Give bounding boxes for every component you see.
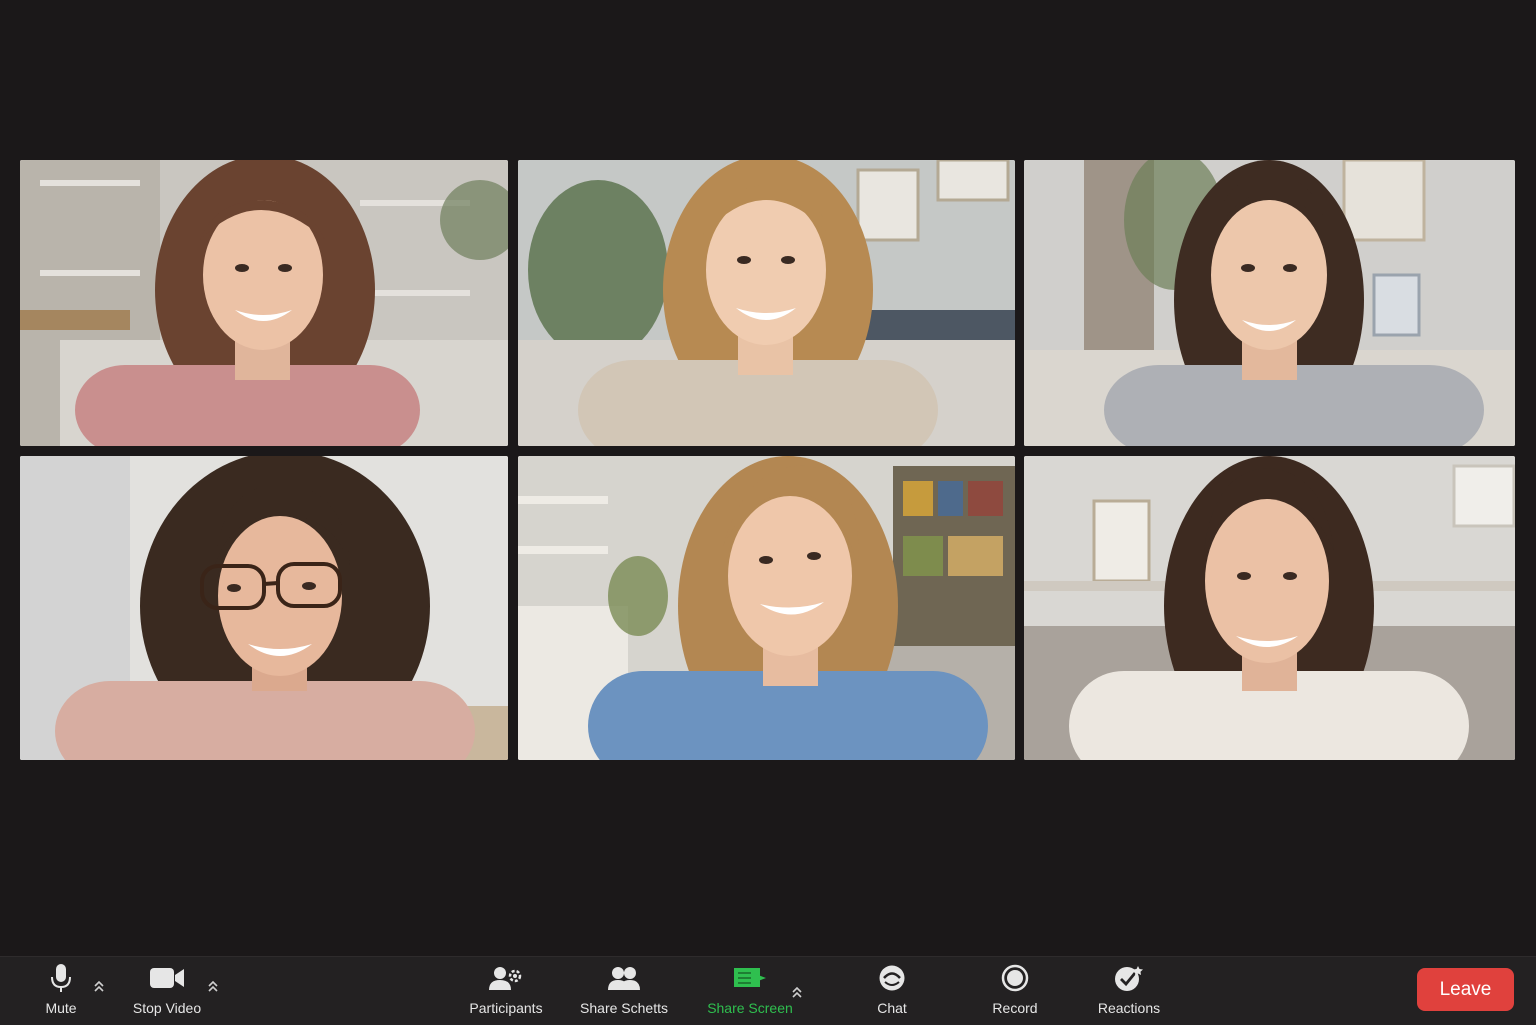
share-schetts-button[interactable]: Share Schetts: [578, 963, 670, 1019]
participant-video-feed: [1024, 160, 1515, 446]
share-options-caret-icon[interactable]: [791, 985, 803, 999]
video-camera-icon: [149, 963, 185, 993]
mute-button[interactable]: Mute: [30, 963, 92, 1019]
audio-options-caret-icon[interactable]: [93, 979, 105, 993]
participant-video-tile[interactable]: [20, 456, 508, 760]
chat-button[interactable]: Chat: [866, 963, 918, 1019]
participant-video-feed: [518, 160, 1015, 446]
participant-video-tile[interactable]: [1024, 456, 1515, 760]
stop-video-label: Stop Video: [132, 1000, 202, 1016]
reactions-label: Reactions: [1097, 1000, 1161, 1016]
participant-video-tile[interactable]: [20, 160, 508, 446]
microphone-icon: [49, 963, 73, 993]
participants-button[interactable]: Participants: [465, 963, 547, 1019]
chat-icon: [878, 963, 906, 993]
stop-video-button[interactable]: Stop Video: [128, 963, 206, 1019]
leave-button[interactable]: Leave: [1417, 968, 1514, 1011]
share-screen-icon: [733, 963, 767, 993]
participant-video-feed: [20, 160, 508, 446]
record-icon: [1001, 963, 1029, 993]
participant-video-tile[interactable]: [1024, 160, 1515, 446]
reactions-icon: [1114, 963, 1144, 993]
video-options-caret-icon[interactable]: [207, 979, 219, 993]
share-screen-button[interactable]: Share Screen: [705, 963, 795, 1019]
participant-video-feed: [1024, 456, 1515, 760]
chat-label: Chat: [877, 1000, 907, 1016]
people-icon: [608, 963, 640, 993]
participant-video-tile[interactable]: [518, 160, 1015, 446]
participant-video-feed: [20, 456, 508, 760]
reactions-button[interactable]: Reactions: [1094, 963, 1164, 1019]
share-screen-label: Share Screen: [707, 1000, 793, 1016]
meeting-toolbar: Mute Stop Video Participants Share Schet…: [0, 956, 1536, 1025]
participant-video-feed: [518, 456, 1015, 760]
mute-label: Mute: [45, 1000, 77, 1016]
video-gallery: [0, 0, 1536, 956]
leave-label: Leave: [1439, 978, 1492, 1000]
participants-icon: [489, 963, 523, 993]
participant-video-tile[interactable]: [518, 456, 1015, 760]
share-schetts-label: Share Schetts: [580, 1000, 668, 1016]
record-button[interactable]: Record: [986, 963, 1044, 1019]
participants-label: Participants: [469, 1000, 543, 1016]
record-label: Record: [992, 1000, 1038, 1016]
